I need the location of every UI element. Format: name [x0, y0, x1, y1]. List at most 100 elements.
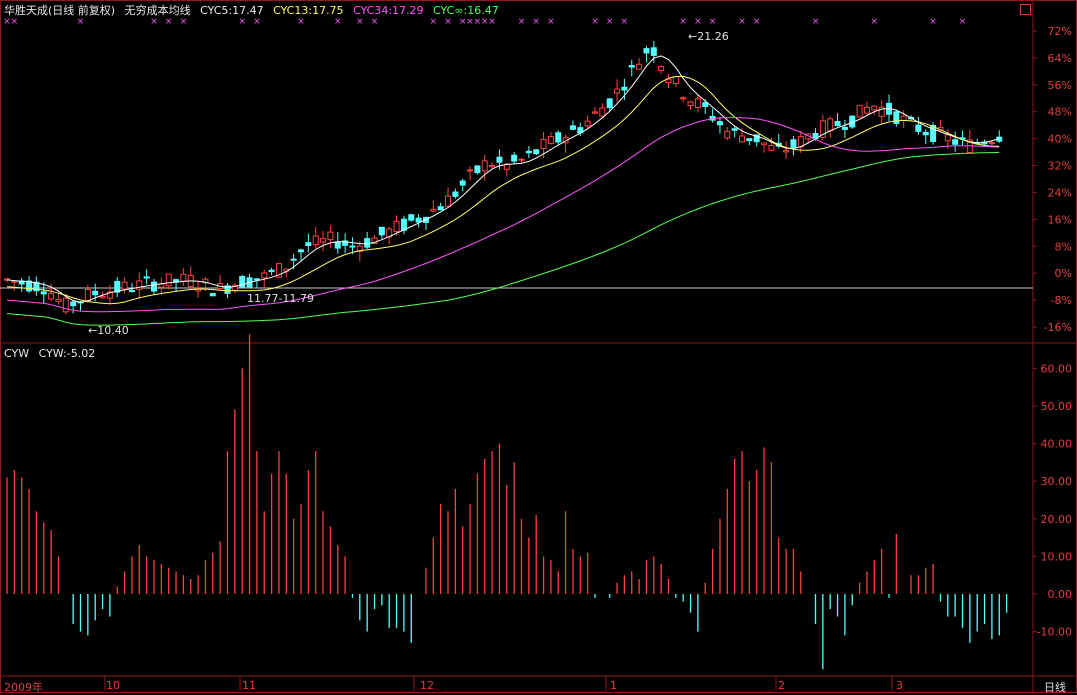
signal-marker: × [547, 17, 555, 27]
cycinf-line [6, 151, 1000, 326]
candle-body [62, 297, 69, 313]
date-label-2: 2 [778, 679, 785, 692]
candle-body [121, 281, 128, 290]
candle-body [856, 104, 863, 118]
range-annotation: 11.77-11.79 [247, 292, 314, 305]
upper-tick-label: 72% [1048, 25, 1072, 38]
candle-body [621, 86, 628, 91]
candle-body [915, 124, 922, 132]
candle-body [180, 273, 187, 282]
candle-body [739, 135, 745, 143]
upper-tick-label: -16% [1044, 321, 1072, 334]
candle-body [841, 126, 848, 130]
signal-marker: × [929, 17, 937, 27]
cyc13-line [6, 75, 1000, 305]
candle-body [636, 63, 643, 70]
candle-body [99, 295, 106, 299]
candle-body [547, 136, 554, 145]
upper-tick-label: -8% [1051, 294, 1072, 307]
signal-marker: × [180, 17, 188, 27]
low-annotation: ←10.40 [88, 324, 129, 337]
candle-body [871, 105, 878, 111]
signal-marker: × [591, 17, 599, 27]
candle-body [209, 293, 216, 297]
candle-body [650, 47, 657, 56]
signal-marker: × [738, 17, 746, 27]
candle-body [694, 98, 701, 108]
candle-body [893, 111, 900, 124]
signal-marker: × [621, 17, 629, 27]
date-label-12: 12 [420, 679, 434, 692]
candle-body [540, 138, 547, 150]
cyc5-value: CYC5:17.47 [200, 4, 264, 17]
date-label-10: 10 [106, 679, 120, 692]
candle-body [327, 231, 334, 241]
upper-tick-label: 48% [1048, 106, 1072, 119]
candle-body [445, 195, 451, 207]
candle-body [724, 130, 731, 139]
candle-body [48, 293, 55, 300]
upper-header: 华胜天成(日线 前复权) 无穷成本均线 CYC5:17.47 CYC13:17.… [4, 4, 505, 17]
stock-title: 华胜天成(日线 前复权) [4, 4, 116, 17]
candle-body [569, 125, 576, 130]
maximize-button[interactable] [1020, 4, 1031, 15]
cyw-name: CYW [4, 347, 30, 360]
signal-marker: × [165, 17, 173, 27]
candle-body [40, 291, 47, 295]
candle-body [349, 245, 356, 248]
candle-body [746, 138, 753, 142]
lower-tick-label: 50.00 [1041, 400, 1073, 413]
candle-body [84, 289, 91, 301]
candle-body [239, 276, 246, 289]
signal-marker: × [297, 17, 305, 27]
lower-header: CYW CYW:-5.02 [4, 347, 101, 360]
signal-marker: × [430, 17, 438, 27]
candle-body [334, 241, 341, 249]
candlestick-panel[interactable]: × × × × × × × × × × × × × × × × × × × × × × × × × × × × × × × × × × [0, 17, 1033, 326]
lower-tick-label: 30.00 [1041, 475, 1073, 488]
candle-body [92, 290, 99, 296]
signal-marker: × [812, 17, 820, 27]
stock-chart[interactable]: × × × × × × × × × × × × × × × × × × × × × × × × × × × × × × × × × × 72%64… [0, 0, 1077, 693]
indicator-name: 无穷成本均线 [124, 4, 191, 17]
signal-marker: × [606, 17, 614, 27]
candle-body [702, 102, 709, 107]
high-value: 21.26 [697, 30, 729, 43]
cyc34-value: CYC34:17.29 [353, 4, 424, 17]
signal-marker: × [518, 17, 526, 27]
signal-marker: × [488, 17, 496, 27]
candle-body [628, 65, 635, 68]
high-annotation: ←21.26 [688, 30, 729, 43]
candle-body [827, 118, 834, 132]
candle-body [863, 106, 870, 114]
upper-tick-label: 56% [1048, 79, 1072, 92]
candle-body [298, 249, 304, 253]
candle-body [312, 235, 319, 245]
signal-marker: × [150, 17, 158, 27]
candle-body [643, 48, 650, 54]
candle-body [261, 272, 268, 279]
candle-body [305, 242, 312, 247]
candle-body [430, 208, 437, 212]
candle-body [158, 283, 165, 288]
candle-body [511, 154, 518, 162]
candle-body [658, 66, 665, 71]
candle-body [672, 76, 679, 85]
upper-tick-label: 32% [1048, 160, 1072, 173]
cyw-bar-panel[interactable] [6, 334, 1008, 670]
candle-body [408, 214, 415, 221]
candle-body [393, 220, 400, 232]
candle-body [533, 149, 540, 155]
signal-marker: × [371, 17, 379, 27]
signal-marker: × [753, 17, 761, 27]
candle-body [253, 278, 260, 281]
signal-marker: × [444, 17, 452, 27]
signal-marker: × [334, 17, 342, 27]
candle-body [592, 111, 598, 114]
candle-body [151, 281, 157, 292]
candle-body [606, 98, 613, 109]
candle-body [415, 217, 422, 223]
candle-body [481, 160, 488, 172]
candle-body [584, 120, 591, 127]
candle-body [761, 142, 768, 146]
